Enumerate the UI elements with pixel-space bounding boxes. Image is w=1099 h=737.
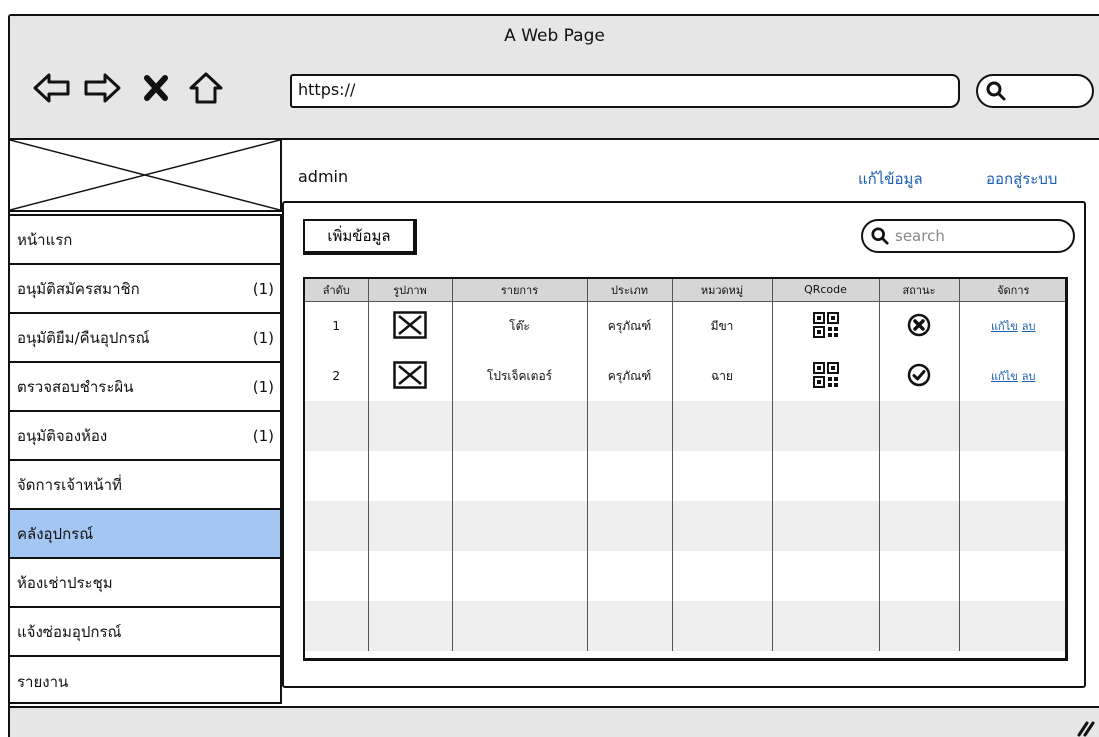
resize-grip-icon[interactable]: [1073, 715, 1095, 737]
item-category: มีขา: [672, 301, 773, 351]
logo-placeholder: [10, 140, 282, 212]
sidebar-item-count: (1): [252, 426, 274, 445]
edit-link[interactable]: แก้ไข: [991, 320, 1018, 333]
item-name: โต๊ะ: [452, 301, 588, 351]
delete-link[interactable]: ลบ: [1022, 370, 1036, 383]
qrcode-icon[interactable]: [812, 361, 839, 388]
address-bar[interactable]: https://: [290, 74, 960, 108]
column-header[interactable]: รายการ: [452, 279, 588, 302]
sidebar-item-label: อนุมัติยืม/คืนอุปกรณ์: [17, 328, 150, 347]
sidebar-item-label: คลังอุปกรณ์: [17, 524, 94, 543]
sidebar-item-label: ตรวจสอบชำระผิน: [17, 377, 134, 396]
sidebar-item-inventory[interactable]: คลังอุปกรณ์: [10, 510, 280, 559]
back-icon[interactable]: [32, 70, 72, 106]
sidebar-item-label: แจ้งซ่อมอุปกรณ์: [17, 622, 122, 641]
column-header[interactable]: สถานะ: [879, 279, 960, 302]
delete-link[interactable]: ลบ: [1022, 320, 1036, 333]
row-number: 2: [305, 351, 369, 401]
search-icon: [986, 81, 1006, 101]
add-item-button[interactable]: เพิ่มข้อมูล: [303, 219, 417, 255]
image-placeholder-icon: [393, 360, 427, 389]
column-header[interactable]: ประเภท: [587, 279, 673, 302]
sidebar-item-meeting-room[interactable]: ห้องเช่าประชุม: [10, 559, 280, 608]
sidebar-item-approve-borrow[interactable]: อนุมัติยืม/คืนอุปกรณ์ (1): [10, 314, 280, 363]
item-type: ครุภัณฑ์: [587, 301, 673, 351]
search-icon: [871, 227, 889, 245]
check-circle-icon: [907, 363, 931, 386]
sidebar-item-label: รายงาน: [17, 672, 69, 691]
sidebar-item-approve-members[interactable]: อนุมัติสมัครสมาชิก (1): [10, 265, 280, 314]
item-name: โปรเจ็คเตอร์: [452, 351, 588, 401]
inventory-table: ลำดับ รูปภาพ รายการ ประเภท หมวดหมู่ QRco…: [303, 277, 1068, 661]
content-panel: เพิ่มข้อมูล ลำดับ รูปภาพ รายการ ประเภท ห…: [282, 201, 1086, 688]
search-input[interactable]: [895, 227, 1055, 245]
status-bar: [10, 706, 1099, 737]
sidebar-item-manage-staff[interactable]: จัดการเจ้าหน้าที่: [10, 461, 280, 510]
table-row: 1 โต๊ะ ครุภัณฑ์ มีขา แก้ไข ลบ: [305, 301, 1065, 351]
table-row: 2 โปรเจ็คเตอร์ ครุภัณฑ์ ฉาย แก้ไข ลบ: [305, 351, 1065, 401]
item-type: ครุภัณฑ์: [587, 351, 673, 401]
sidebar-item-approve-room[interactable]: อนุมัติจองห้อง (1): [10, 412, 280, 461]
sidebar-item-label: ห้องเช่าประชุม: [17, 573, 113, 592]
sidebar-item-report[interactable]: รายงาน: [10, 657, 280, 706]
item-category: ฉาย: [672, 351, 773, 401]
table-row-empty: [305, 551, 1065, 601]
sidebar-item-label: อนุมัติจองห้อง: [17, 426, 108, 445]
table-row-empty: [305, 401, 1065, 451]
window-title: A Web Page: [504, 26, 605, 46]
forward-icon[interactable]: [82, 70, 122, 106]
edit-profile-link[interactable]: แก้ไข้อมูล: [858, 167, 923, 191]
sidebar-item-label: อนุมัติสมัครสมาชิก: [17, 279, 140, 298]
logout-link[interactable]: ออกสู่ระบบ: [986, 167, 1057, 191]
column-header[interactable]: ลำดับ: [305, 279, 369, 302]
x-circle-icon: [907, 313, 931, 336]
column-header[interactable]: รูปภาพ: [368, 279, 453, 302]
sidebar-item-repair[interactable]: แจ้งซ่อมอุปกรณ์: [10, 608, 280, 657]
column-header[interactable]: QRcode: [772, 279, 880, 302]
sidebar-item-check-payment[interactable]: ตรวจสอบชำระผิน (1): [10, 363, 280, 412]
sidebar: หน้าแรก อนุมัติสมัครสมาชิก (1) อนุมัติยื…: [10, 214, 282, 704]
table-search[interactable]: [861, 219, 1075, 253]
sidebar-item-count: (1): [252, 377, 274, 396]
sidebar-item-count: (1): [252, 279, 274, 298]
column-header[interactable]: จัดการ: [959, 279, 1065, 302]
table-row-empty: [305, 451, 1065, 501]
stop-icon[interactable]: [136, 70, 176, 106]
browser-chrome: A Web Page https://: [10, 16, 1099, 140]
home-icon[interactable]: [186, 70, 226, 106]
username: admin: [298, 167, 349, 186]
table-row-empty: [305, 601, 1065, 651]
sidebar-item-label: จัดการเจ้าหน้าที่: [17, 475, 122, 494]
row-number: 1: [305, 301, 369, 351]
table-row-empty: [305, 501, 1065, 551]
sidebar-item-count: (1): [252, 328, 274, 347]
table-header-row: ลำดับ รูปภาพ รายการ ประเภท หมวดหมู่ QRco…: [305, 279, 1065, 302]
sidebar-item-label: หน้าแรก: [17, 230, 73, 249]
image-placeholder-icon: [393, 311, 427, 339]
browser-search-button[interactable]: [976, 74, 1094, 108]
sidebar-item-home[interactable]: หน้าแรก: [10, 216, 280, 265]
column-header[interactable]: หมวดหมู่: [672, 279, 773, 302]
edit-link[interactable]: แก้ไข: [991, 370, 1018, 383]
qrcode-icon[interactable]: [812, 311, 839, 338]
